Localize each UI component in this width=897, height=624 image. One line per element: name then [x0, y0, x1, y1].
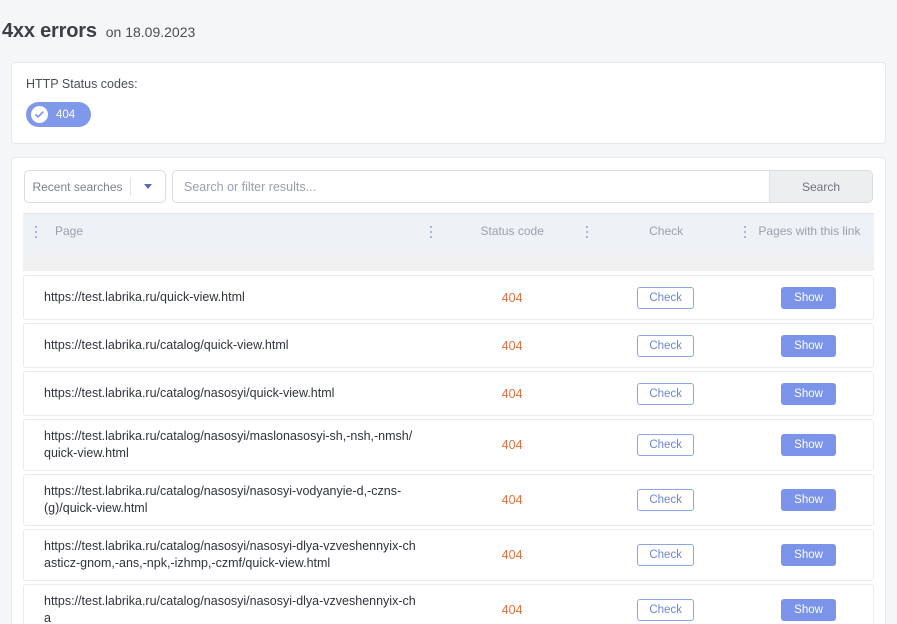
show-button[interactable]: Show [781, 434, 836, 456]
status-code-chip-404[interactable]: 404 [26, 102, 92, 127]
table-body: https://test.labrika.ru/quick-view.html 4… [23, 275, 874, 624]
show-button[interactable]: Show [781, 544, 836, 566]
check-button[interactable]: Check [637, 489, 694, 511]
cell-pages-with-link: Show [744, 434, 873, 456]
table-header-row: Page Status code Check Pages with this l… [23, 213, 874, 255]
column-header-page-label: Page [55, 224, 84, 238]
show-button[interactable]: Show [781, 382, 836, 405]
search-button[interactable]: Search [769, 171, 872, 202]
table-row: https://test.labrika.ru/catalog/nasosyi/… [23, 584, 874, 624]
cell-page-url: https://test.labrika.ru/quick-view.html [44, 290, 245, 304]
column-header-pages-with-link[interactable]: Pages with this link [745, 224, 874, 239]
recent-searches-label: Recent searches [32, 179, 123, 194]
show-button[interactable]: Show [781, 489, 836, 511]
cell-status-code: 404 [501, 493, 523, 507]
results-panel: Recent searches Search Page Status code [11, 157, 886, 624]
cell-status-code: 404 [501, 603, 523, 617]
column-header-status-code-label: Status code [480, 224, 544, 238]
status-code-chip-label: 404 [56, 108, 76, 121]
column-header-page[interactable]: Page [23, 224, 432, 239]
status-codes-panel: HTTP Status codes: 404 [11, 62, 886, 144]
check-circle-icon [31, 106, 48, 123]
cell-page-url: https://test.labrika.ru/catalog/nasosyi/… [44, 594, 416, 624]
page-title-date: on 18.09.2023 [105, 24, 196, 40]
cell-status-code: 404 [501, 386, 523, 401]
show-button[interactable]: Show [781, 599, 836, 621]
table-row: https://test.labrika.ru/catalog/nasosyi/… [23, 474, 874, 526]
cell-check: Check [587, 434, 744, 456]
table-row: https://test.labrika.ru/quick-view.html 4… [23, 275, 874, 320]
check-button[interactable]: Check [637, 382, 694, 405]
column-header-check-label: Check [649, 224, 684, 238]
table-header-strip [23, 255, 874, 271]
table-row: https://test.labrika.ru/catalog/nasosyi/… [23, 529, 874, 581]
show-button[interactable]: Show [781, 286, 836, 309]
table-row: https://test.labrika.ru/catalog/quick-vi… [23, 323, 874, 368]
drag-handle-dots-icon[interactable] [31, 225, 41, 239]
cell-pages-with-link: Show [744, 382, 873, 405]
cell-pages-with-link: Show [744, 544, 873, 566]
cell-status-code: 404 [501, 338, 523, 353]
cell-pages-with-link: Show [744, 489, 873, 511]
cell-page-url: https://test.labrika.ru/catalog/nasosyi/… [44, 386, 335, 400]
cell-page-url: https://test.labrika.ru/catalog/nasosyi/… [44, 484, 402, 515]
search-field-group: Search [172, 170, 873, 203]
results-table: Page Status code Check Pages with this l… [12, 213, 885, 624]
status-codes-label: HTTP Status codes: [26, 77, 138, 91]
table-row: https://test.labrika.ru/catalog/nasosyi/… [23, 371, 874, 416]
column-header-check[interactable]: Check [587, 224, 746, 238]
cell-check: Check [587, 599, 744, 621]
cell-status-code: 404 [501, 438, 523, 452]
search-input[interactable] [173, 171, 769, 202]
page-root: 4xx errors on 18.09.2023 HTTP Status cod… [0, 0, 897, 624]
cell-pages-with-link: Show [744, 334, 873, 357]
cell-page-url: https://test.labrika.ru/catalog/nasosyi/… [44, 539, 416, 570]
page-title-text: 4xx errors [2, 20, 97, 42]
cell-check: Check [587, 334, 744, 357]
recent-searches-dropdown[interactable]: Recent searches [24, 170, 166, 203]
cell-check: Check [587, 489, 744, 511]
check-button[interactable]: Check [637, 544, 694, 566]
page-title: 4xx errors on 18.09.2023 [0, 0, 897, 62]
show-button[interactable]: Show [781, 334, 836, 357]
cell-status-code: 404 [501, 290, 523, 305]
search-bar: Recent searches Search [12, 158, 885, 213]
check-button[interactable]: Check [637, 286, 694, 309]
check-button[interactable]: Check [637, 334, 694, 357]
chevron-down-icon[interactable] [131, 171, 165, 202]
cell-check: Check [587, 544, 744, 566]
column-header-status-code[interactable]: Status code [431, 224, 589, 238]
cell-status-code: 404 [501, 548, 523, 562]
cell-pages-with-link: Show [744, 599, 873, 621]
table-row: https://test.labrika.ru/catalog/nasosyi/… [23, 419, 874, 471]
status-code-chip-list: 404 [26, 102, 871, 127]
cell-page-url: https://test.labrika.ru/catalog/quick-vi… [44, 338, 289, 352]
cell-pages-with-link: Show [744, 286, 873, 309]
column-header-pages-with-link-label: Pages with this link [758, 224, 861, 238]
cell-page-url: https://test.labrika.ru/catalog/nasosyi/… [44, 429, 413, 460]
cell-check: Check [587, 382, 744, 405]
check-button[interactable]: Check [637, 599, 694, 621]
check-button[interactable]: Check [637, 434, 694, 456]
cell-check: Check [587, 286, 744, 309]
